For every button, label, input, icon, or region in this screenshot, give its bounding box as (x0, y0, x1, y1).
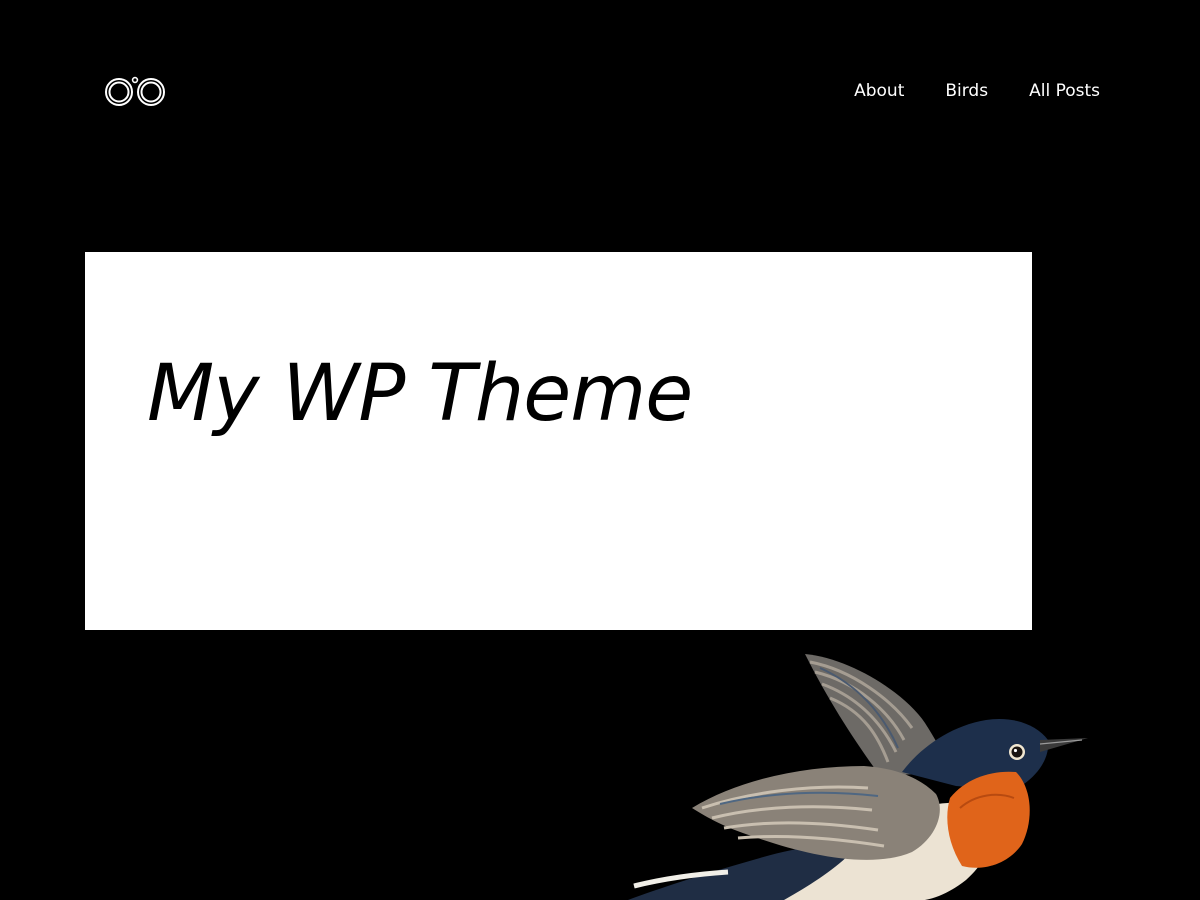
primary-navigation: About Birds All Posts (854, 80, 1100, 102)
hero-image: My WP Theme (85, 252, 1032, 630)
hero-title: My WP Theme (147, 349, 693, 439)
nav-link-birds[interactable]: Birds (945, 80, 988, 102)
nav-link-about[interactable]: About (854, 80, 904, 102)
bird-illustration (628, 654, 1088, 900)
nav-link-all-posts[interactable]: All Posts (1029, 80, 1100, 102)
binoculars-icon[interactable] (104, 75, 168, 109)
